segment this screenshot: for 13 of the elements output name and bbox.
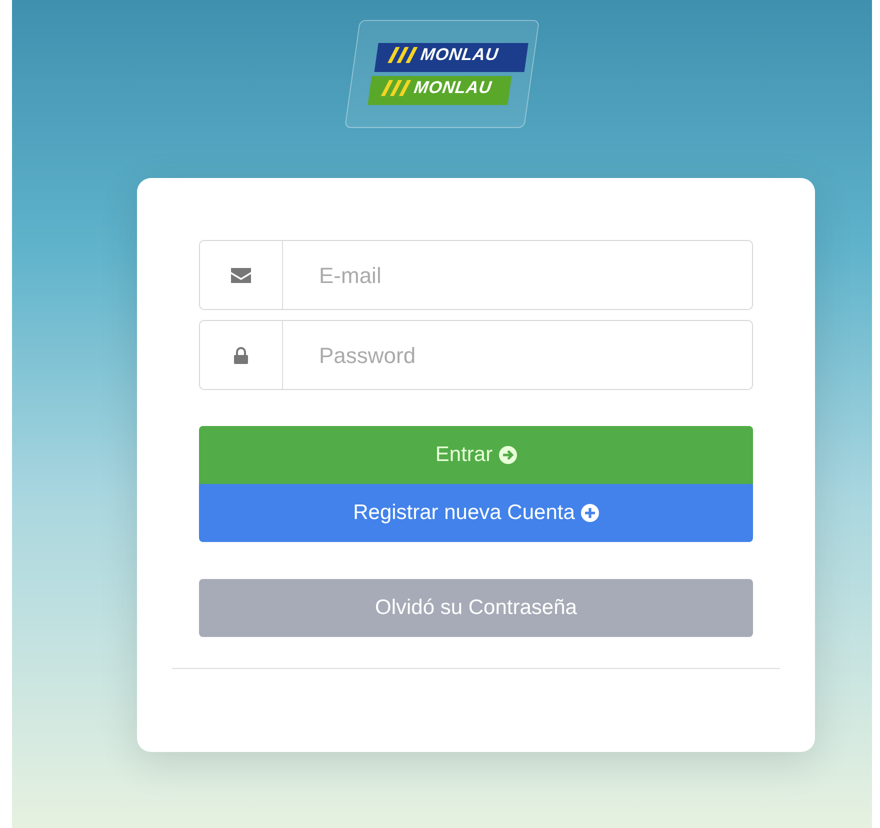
arrow-circle-icon [498,446,517,464]
forgot-password-button[interactable]: Olvidó su Contraseña [199,579,753,637]
plus-circle-icon [580,504,599,522]
password-field[interactable]: Password [283,321,752,389]
envelope-icon [231,268,251,282]
logo-text: MONLAU [420,46,500,63]
email-input-group[interactable]: E-mail [199,240,753,310]
login-button[interactable]: Entrar [199,426,753,484]
register-button[interactable]: Registrar nueva Cuenta [199,484,753,542]
lock-icon [234,346,248,364]
email-field[interactable]: E-mail [283,241,752,309]
logo-text: MONLAU [412,79,493,96]
password-input-group[interactable]: Password [199,320,753,390]
